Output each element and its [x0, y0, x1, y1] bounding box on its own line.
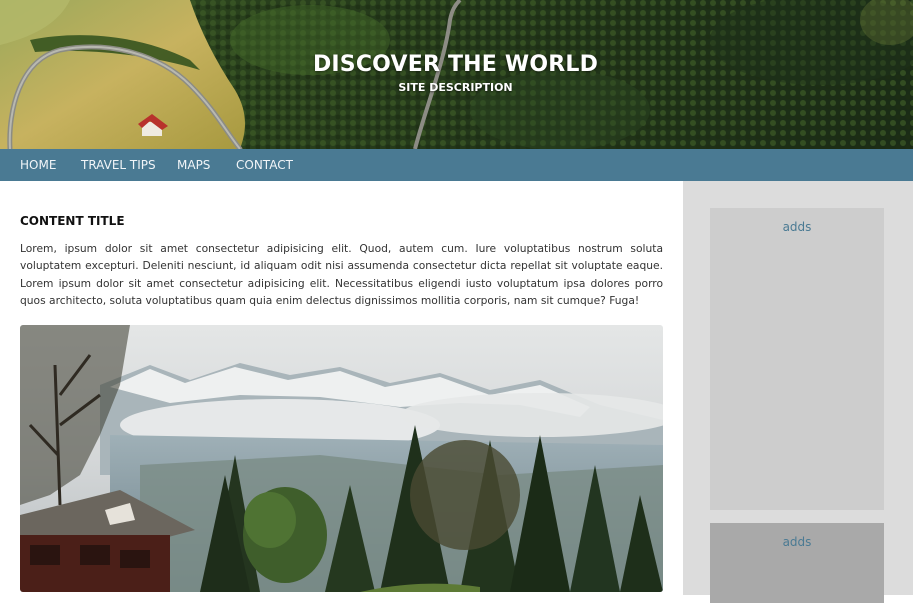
ad-label: adds	[782, 535, 812, 549]
main-content: CONTENT TITLE Lorem, ipsum dolor sit ame…	[0, 181, 683, 595]
content-paragraph: Lorem, ipsum dolor sit amet consectetur …	[20, 242, 663, 307]
content-title: CONTENT TITLE	[20, 214, 125, 228]
site-description: SITE DESCRIPTION	[398, 81, 513, 94]
ad-slot-2[interactable]: adds	[710, 523, 884, 603]
ad-slot-1[interactable]: adds	[710, 208, 884, 510]
mountain-landscape-illustration	[20, 325, 663, 592]
main-navbar: HOME TRAVEL TIPS MAPS CONTACT	[0, 149, 913, 181]
nav-item-travel-tips[interactable]: TRAVEL TIPS	[81, 149, 156, 181]
nav-item-contact[interactable]: CONTACT	[236, 149, 293, 181]
sidebar: adds adds	[683, 181, 913, 603]
mountain-landscape-image	[20, 325, 663, 592]
hero-banner: DISCOVER THE WORLD SITE DESCRIPTION	[0, 0, 913, 149]
nav-item-home[interactable]: HOME	[20, 149, 56, 181]
nav-item-maps[interactable]: MAPS	[177, 149, 210, 181]
ad-label: adds	[782, 220, 812, 234]
site-title: DISCOVER THE WORLD	[312, 52, 599, 77]
